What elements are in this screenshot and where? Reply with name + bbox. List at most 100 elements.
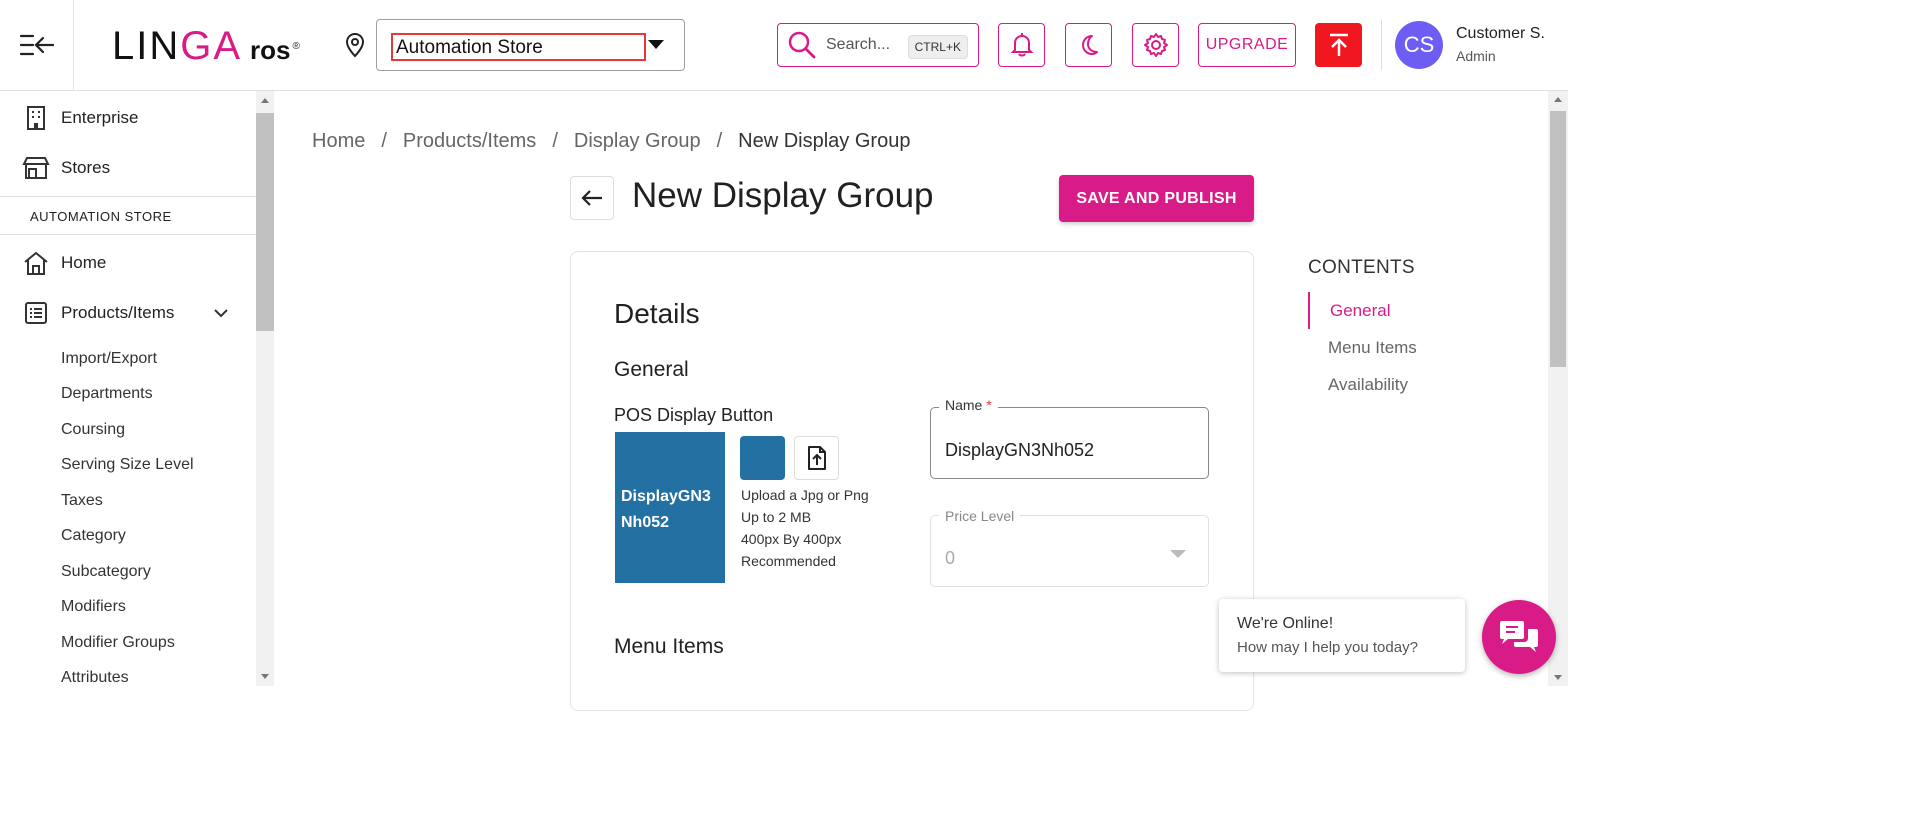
breadcrumb: Home / Products/Items / Display Group / … [312, 130, 910, 153]
contents-item-menu-items[interactable]: Menu Items [1328, 338, 1417, 358]
page-title: New Display Group [632, 176, 934, 215]
name-label-text: Name [945, 397, 983, 413]
search-icon [788, 31, 816, 59]
logo-ros: ros [250, 35, 291, 65]
breadcrumb-current: New Display Group [738, 130, 911, 152]
price-level-select[interactable]: Price Level 0 [930, 508, 1209, 587]
chat-launcher-button[interactable] [1482, 600, 1556, 674]
settings-button[interactable] [1132, 23, 1179, 67]
scrollbar-thumb[interactable] [256, 113, 274, 331]
list-icon [22, 299, 50, 327]
breadcrumb-display-group[interactable]: Display Group [574, 130, 701, 153]
upload-image-button[interactable] [794, 436, 839, 480]
sidebar-subitem-taxes[interactable]: Taxes [61, 492, 103, 510]
contents-item-general[interactable]: General [1330, 301, 1390, 321]
scroll-up-icon[interactable] [261, 98, 269, 103]
publish-upload-button[interactable] [1315, 23, 1362, 67]
arrow-left-icon [581, 190, 602, 206]
breadcrumb-home[interactable]: Home [312, 130, 365, 153]
moon-icon [1081, 35, 1098, 55]
sidebar-subitem-modifier-groups[interactable]: Modifier Groups [61, 634, 175, 652]
sidebar-divider [0, 196, 256, 197]
home-icon [22, 249, 50, 277]
price-level-value: 0 [945, 548, 956, 568]
sidebar-item-home[interactable]: Home [22, 249, 106, 277]
user-role: Admin [1456, 48, 1496, 64]
sidebar-subitem-import-export[interactable]: Import/Export [61, 350, 157, 368]
name-field[interactable]: Name * DisplayGN3Nh052 [930, 397, 1209, 479]
store-select[interactable]: Automation Store [376, 19, 685, 71]
pos-display-button-label: POS Display Button [614, 405, 774, 425]
price-level-label: Price Level [939, 508, 1021, 524]
upload-hint: 400px By 400px [741, 531, 842, 547]
sidebar-subitem-attributes[interactable]: Attributes [61, 669, 129, 686]
name-field-value: DisplayGN3Nh052 [945, 440, 1095, 460]
chevron-down-icon [1170, 550, 1186, 558]
upload-hint: Recommended [741, 553, 836, 569]
chat-icon [1500, 621, 1538, 652]
contents-item-availability[interactable]: Availability [1328, 375, 1408, 395]
scroll-down-icon[interactable] [261, 674, 269, 679]
notifications-button[interactable] [998, 23, 1045, 67]
upload-hint: Upload a Jpg or Png [741, 487, 869, 503]
gear-icon [1143, 33, 1168, 57]
sidebar-subitem-serving-size-level[interactable]: Serving Size Level [61, 456, 194, 474]
sidebar-subitem-modifiers[interactable]: Modifiers [61, 598, 126, 616]
upgrade-button[interactable]: UPGRADE [1198, 23, 1296, 67]
search-input[interactable]: Search... CTRL+K [777, 23, 979, 67]
chevron-down-icon[interactable] [213, 305, 229, 323]
building-icon [22, 104, 50, 132]
top-bar: LINGA ros ® Automation Store Search... C… [0, 0, 1568, 91]
avatar[interactable]: CS [1395, 21, 1443, 69]
dark-mode-button[interactable] [1065, 23, 1112, 67]
sidebar-scrollbar[interactable] [256, 91, 274, 686]
breadcrumb-products[interactable]: Products/Items [403, 130, 536, 153]
file-upload-icon [807, 446, 826, 470]
arrow-up-icon [1329, 33, 1348, 56]
sidebar-item-label: Products/Items [61, 303, 175, 322]
color-picker-swatch[interactable] [740, 436, 785, 480]
sidebar-subitem-subcategory[interactable]: Subcategory [61, 563, 151, 581]
sidebar-item-products[interactable]: Products/Items [22, 299, 174, 327]
general-heading: General [614, 358, 689, 381]
chat-greeting-line1: We're Online! [1237, 615, 1334, 632]
chat-greeting-line2: How may I help you today? [1237, 639, 1418, 656]
search-shortcut-badge: CTRL+K [907, 35, 968, 59]
store-icon [22, 154, 50, 182]
user-name[interactable]: Customer S. [1456, 25, 1545, 43]
store-select-value: Automation Store [391, 33, 646, 61]
sidebar-subitem-coursing[interactable]: Coursing [61, 421, 125, 439]
main-scrollbar[interactable] [1548, 91, 1568, 686]
contents-title: CONTENTS [1308, 257, 1415, 278]
menu-collapse-button[interactable] [0, 0, 74, 90]
chat-greeting-bubble[interactable]: We're Online! How may I help you today? [1219, 599, 1465, 672]
chevron-down-icon [648, 40, 664, 49]
sidebar-item-label: Stores [61, 158, 111, 177]
sidebar: Enterprise Stores AUTOMATION STORE Home … [0, 91, 256, 686]
sidebar-divider [0, 234, 256, 235]
menu-collapse-icon [19, 34, 54, 56]
back-button[interactable] [570, 176, 614, 220]
contents-active-indicator [1308, 292, 1310, 329]
breadcrumb-separator: / [381, 130, 387, 152]
search-placeholder: Search... [826, 36, 891, 53]
sidebar-item-enterprise[interactable]: Enterprise [22, 104, 138, 132]
pos-display-button-preview: DisplayGN3Nh052 [615, 432, 725, 583]
sidebar-item-label: Home [61, 253, 107, 272]
sidebar-subitem-category[interactable]: Category [61, 527, 126, 545]
save-and-publish-button[interactable]: SAVE AND PUBLISH [1059, 175, 1254, 222]
name-field-label: Name * [939, 397, 998, 413]
menu-items-heading: Menu Items [614, 635, 724, 658]
required-marker: * [986, 397, 992, 413]
linga-logo[interactable]: LINGA ros ® [112, 24, 300, 69]
upload-hint: Up to 2 MB [741, 509, 812, 525]
scroll-down-icon[interactable] [1554, 675, 1562, 680]
sidebar-item-stores[interactable]: Stores [22, 154, 110, 182]
logo-registered: ® [292, 41, 300, 52]
sidebar-subitem-departments[interactable]: Departments [61, 385, 153, 403]
details-heading: Details [614, 298, 700, 329]
breadcrumb-separator: / [716, 130, 723, 152]
scrollbar-thumb[interactable] [1550, 111, 1566, 367]
bell-icon [1010, 33, 1033, 57]
scroll-up-icon[interactable] [1554, 97, 1562, 102]
